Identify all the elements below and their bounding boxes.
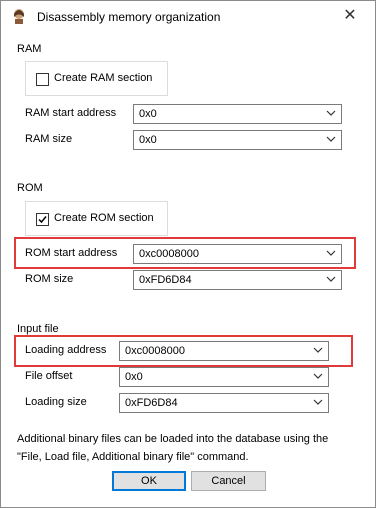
ram-start-label: RAM start address xyxy=(25,107,117,119)
chevron-down-icon xyxy=(313,399,323,405)
chevron-down-icon xyxy=(313,347,323,353)
ram-start-value: 0x0 xyxy=(139,108,157,120)
ram-group-label: RAM xyxy=(17,43,42,55)
rom-size-value: 0xFD6D84 xyxy=(139,274,192,286)
info-text: Additional binary files can be loaded in… xyxy=(17,430,367,466)
file-offset-value: 0x0 xyxy=(125,371,143,383)
file-offset-combo[interactable]: 0x0 xyxy=(119,367,329,387)
input-file-group-label: Input file xyxy=(17,323,59,335)
rom-start-address-combo[interactable]: 0xc0008000 xyxy=(133,244,342,264)
close-icon[interactable]: ✕ xyxy=(341,7,359,25)
rom-size-label: ROM size xyxy=(25,273,74,285)
ram-create-group: Create RAM section xyxy=(25,61,168,96)
ram-size-combo[interactable]: 0x0 xyxy=(133,130,342,150)
ok-button[interactable]: OK xyxy=(112,471,186,491)
app-icon xyxy=(14,9,24,24)
chevron-down-icon xyxy=(313,373,323,379)
rom-create-group: Create ROM section xyxy=(25,201,168,236)
rom-size-combo[interactable]: 0xFD6D84 xyxy=(133,270,342,290)
create-rom-checkbox[interactable] xyxy=(36,213,49,226)
chevron-down-icon xyxy=(326,250,336,256)
create-rom-label[interactable]: Create ROM section xyxy=(54,212,154,224)
loading-address-combo[interactable]: 0xc0008000 xyxy=(119,341,329,361)
cancel-button[interactable]: Cancel xyxy=(191,471,266,491)
ram-start-address-combo[interactable]: 0x0 xyxy=(133,104,342,124)
loading-size-combo[interactable]: 0xFD6D84 xyxy=(119,393,329,413)
create-ram-checkbox[interactable] xyxy=(36,73,49,86)
ram-size-value: 0x0 xyxy=(139,134,157,146)
chevron-down-icon xyxy=(326,110,336,116)
rom-start-value: 0xc0008000 xyxy=(139,248,199,260)
chevron-down-icon xyxy=(326,276,336,282)
loading-address-value: 0xc0008000 xyxy=(125,345,185,357)
loading-size-label: Loading size xyxy=(25,396,87,408)
file-offset-label: File offset xyxy=(25,370,73,382)
dialog-window: Disassembly memory organization ✕ RAM Cr… xyxy=(0,0,376,508)
create-ram-label[interactable]: Create RAM section xyxy=(54,72,152,84)
info-line-1: Additional binary files can be loaded in… xyxy=(17,433,329,445)
window-title: Disassembly memory organization xyxy=(37,10,221,24)
rom-start-label: ROM start address xyxy=(25,247,118,259)
info-line-2: "File, Load file, Additional binary file… xyxy=(17,451,249,463)
title-bar[interactable]: Disassembly memory organization ✕ xyxy=(1,1,375,31)
loading-size-value: 0xFD6D84 xyxy=(125,397,178,409)
rom-group-label: ROM xyxy=(17,182,43,194)
chevron-down-icon xyxy=(326,136,336,142)
checkmark-icon xyxy=(38,216,47,224)
loading-address-label: Loading address xyxy=(25,344,107,356)
ram-size-label: RAM size xyxy=(25,133,73,145)
